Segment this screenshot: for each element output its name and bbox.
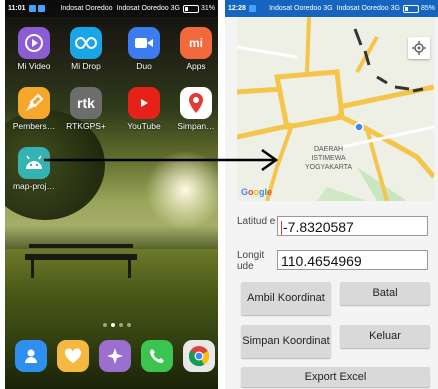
flow-arrow — [44, 148, 279, 172]
